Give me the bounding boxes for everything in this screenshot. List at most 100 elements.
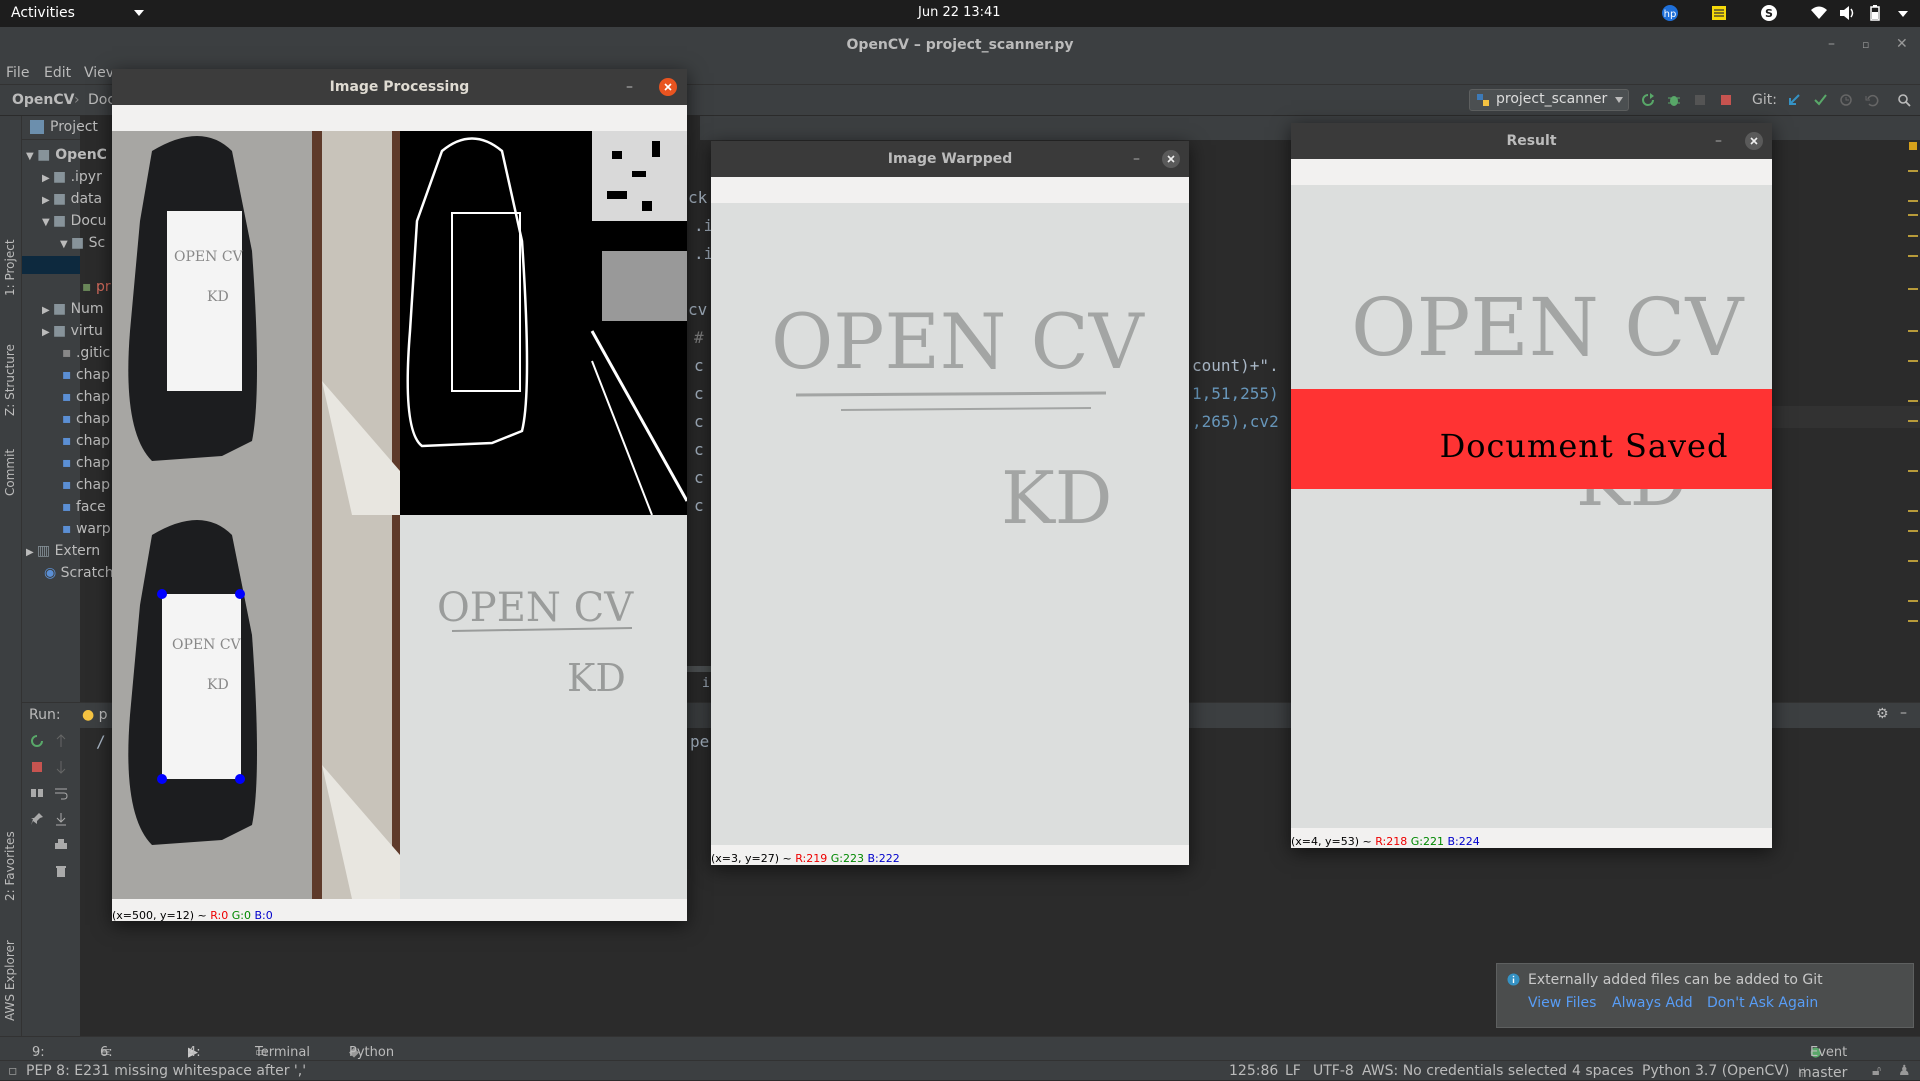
trash-icon[interactable]	[54, 864, 68, 878]
ide-maximize-button[interactable]: ▫	[1862, 38, 1869, 51]
tree-item[interactable]: ▶ ■ Num	[42, 301, 104, 317]
breadcrumb-folder[interactable]: Doc	[88, 92, 115, 108]
tree-item-external-libraries[interactable]: ▶ ▥ Extern	[26, 543, 100, 559]
project-panel-title[interactable]: Project	[50, 119, 98, 135]
close-icon[interactable]	[659, 78, 677, 96]
code-fragment: ck	[688, 188, 708, 207]
tree-item[interactable]: ▪ chap	[62, 367, 110, 383]
coverage-icon[interactable]	[1693, 93, 1707, 107]
battery-icon[interactable]	[1866, 4, 1884, 22]
system-menu-arrow-icon[interactable]	[1894, 4, 1912, 22]
up-arrow-icon[interactable]	[54, 734, 68, 748]
run-tab[interactable]: ● p	[82, 707, 108, 723]
run-hide-button[interactable]: –	[1900, 705, 1907, 721]
menu-edit[interactable]: Edit	[44, 65, 71, 81]
code-fragment: c	[694, 440, 704, 459]
lock-icon[interactable]: 🔓︎	[1872, 1063, 1881, 1079]
tree-item[interactable]: ▶ ■ virtu	[42, 323, 103, 339]
tree-item[interactable]: ▪ chap	[62, 477, 110, 493]
debug-icon[interactable]	[1667, 93, 1681, 107]
console-output-fragment: pe	[690, 732, 710, 751]
run-settings-gear-icon[interactable]: ⚙	[1876, 706, 1889, 722]
tree-selected-row[interactable]	[22, 256, 80, 274]
tab-project[interactable]: 1: Project	[3, 239, 17, 296]
line-separator[interactable]: LF	[1285, 1063, 1301, 1079]
tab-commit[interactable]: Commit	[3, 449, 17, 496]
tree-item[interactable]: ▪ warp	[62, 521, 111, 537]
dont-ask-again-link[interactable]: Don't Ask Again	[1707, 995, 1818, 1011]
stop-icon[interactable]	[30, 760, 44, 774]
minimize-button[interactable]: –	[1715, 123, 1722, 159]
layout-icon[interactable]	[30, 786, 44, 800]
minimize-button[interactable]: –	[626, 69, 633, 105]
view-files-link[interactable]: View Files	[1528, 995, 1596, 1011]
tree-item[interactable]: ▪ .gitic	[62, 345, 110, 361]
event-icon[interactable]: ♟︎	[1898, 1063, 1911, 1079]
code-fragment: cv	[688, 300, 708, 319]
tree-item[interactable]: ▪ chap	[62, 433, 110, 449]
pin-icon[interactable]	[30, 812, 44, 826]
rerun-icon[interactable]	[1641, 93, 1655, 107]
tree-item[interactable]: ▼ ■ Docu	[42, 213, 106, 229]
git-commit-icon[interactable]	[1813, 93, 1827, 107]
run-configuration-select[interactable]: project_scanner	[1469, 89, 1629, 111]
wifi-icon[interactable]	[1810, 4, 1828, 22]
tree-item-modified[interactable]: ▪ pr	[82, 279, 111, 295]
soft-wrap-icon[interactable]	[54, 786, 68, 800]
file-encoding[interactable]: UTF-8	[1313, 1063, 1354, 1079]
menu-file[interactable]: File	[6, 65, 29, 81]
close-icon[interactable]	[1745, 132, 1763, 150]
tree-item[interactable]: ▪ face	[62, 499, 106, 515]
always-add-link[interactable]: Always Add	[1612, 995, 1693, 1011]
down-arrow-icon[interactable]	[54, 760, 68, 774]
rerun-icon[interactable]	[30, 734, 44, 748]
svg-text:hp: hp	[1664, 9, 1677, 20]
app-menu-arrow-icon[interactable]	[134, 8, 144, 18]
tree-item[interactable]: ▪ chap	[62, 455, 110, 471]
caret-position[interactable]: 125:86	[1229, 1063, 1278, 1079]
stop-icon[interactable]	[1719, 93, 1733, 107]
git-update-icon[interactable]	[1787, 93, 1801, 107]
skype-icon[interactable]: S	[1760, 4, 1778, 22]
menu-view[interactable]: Viev	[84, 65, 114, 81]
warped-image-canvas[interactable]: OPEN CV KD	[711, 203, 1189, 845]
volume-icon[interactable]	[1838, 4, 1856, 22]
clock[interactable]: Jun 22 13:41	[918, 5, 1001, 20]
tree-item[interactable]: ▶ ■ .ipyr	[42, 169, 102, 185]
search-everywhere-icon[interactable]	[1897, 93, 1911, 107]
close-icon[interactable]	[1162, 150, 1180, 168]
image-processing-window[interactable]: Image Processing – OPEN CV KD OPEN CV KD	[112, 69, 687, 921]
hp-icon[interactable]: hp	[1660, 4, 1680, 22]
image-warpped-titlebar[interactable]: Image Warpped –	[711, 141, 1189, 177]
tree-item[interactable]: ▼ ■ Sc	[60, 235, 105, 251]
warped-handwriting: OPEN CV	[437, 585, 634, 631]
result-image-canvas[interactable]: OPEN CV KD Document Saved	[1291, 185, 1772, 828]
tree-item[interactable]: ▪ chap	[62, 389, 110, 405]
result-window[interactable]: Result – OPEN CV KD Document Saved (x=4,…	[1291, 123, 1772, 848]
scroll-to-end-icon[interactable]	[54, 812, 68, 826]
activities-button[interactable]: Activities	[11, 5, 75, 21]
image-warpped-window[interactable]: Image Warpped – OPEN CV KD (x=3, y=27) ~…	[711, 141, 1189, 865]
result-titlebar[interactable]: Result –	[1291, 123, 1772, 159]
tree-item-scratches[interactable]: ◉ Scratch	[44, 565, 114, 581]
tree-item[interactable]: ▪ chap	[62, 411, 110, 427]
git-rollback-icon[interactable]	[1865, 93, 1879, 107]
aws-connection[interactable]: AWS: No credentials selected	[1362, 1063, 1567, 1079]
notes-icon[interactable]	[1710, 4, 1728, 22]
tree-item-root[interactable]: ▼ ■ OpenC	[26, 147, 107, 163]
ide-minimize-button[interactable]: –	[1828, 36, 1835, 52]
stacked-images-canvas[interactable]: OPEN CV KD OPEN CV KD OPEN CV KD	[112, 131, 687, 899]
git-history-icon[interactable]	[1839, 93, 1853, 107]
minimize-button[interactable]: –	[1133, 141, 1140, 177]
tab-structure[interactable]: Z: Structure	[3, 344, 17, 416]
tree-item[interactable]: ▶ ■ data	[42, 191, 102, 207]
image-processing-titlebar[interactable]: Image Processing –	[112, 69, 687, 105]
status-message[interactable]: PEP 8: E231 missing whitespace after ','	[26, 1063, 306, 1079]
breadcrumb-project[interactable]: OpenCV	[12, 92, 75, 108]
print-icon[interactable]	[54, 838, 68, 852]
ide-close-button[interactable]: ✕	[1896, 36, 1908, 52]
indent-setting[interactable]: 4 spaces	[1572, 1063, 1634, 1079]
python-interpreter[interactable]: Python 3.7 (OpenCV)	[1642, 1063, 1789, 1079]
tab-favorites[interactable]: 2: Favorites	[3, 831, 17, 901]
tab-aws-explorer[interactable]: AWS Explorer	[3, 940, 17, 1021]
